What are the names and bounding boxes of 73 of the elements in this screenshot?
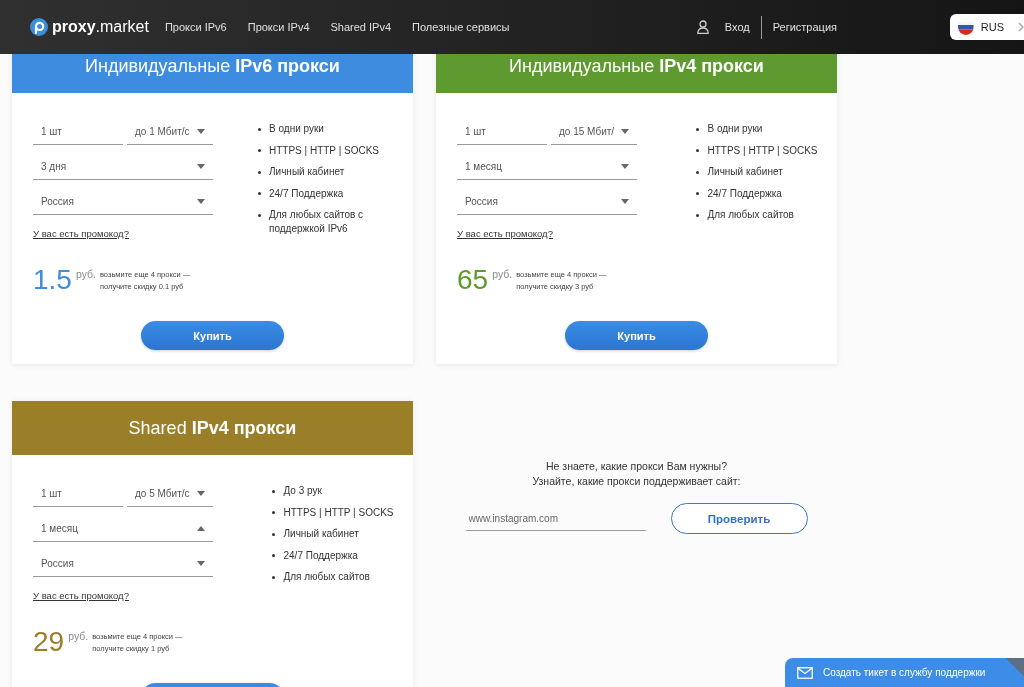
buy-button[interactable]: Купить xyxy=(141,321,284,350)
price-value: 1.5 xyxy=(33,266,72,294)
feature-text: HTTPS | HTTP | SOCKS xyxy=(269,143,380,158)
price-value: 29 xyxy=(33,628,65,656)
bullet-icon xyxy=(258,192,261,195)
feature-text: 24/7 Поддержка xyxy=(269,186,344,201)
promo-link[interactable]: У вас есть промокод? xyxy=(457,228,553,240)
buy-button[interactable]: Купить xyxy=(565,321,708,350)
feature-text: В одни руки xyxy=(707,122,763,136)
feature-text: Для любых сайтов xyxy=(283,570,370,584)
nav-link[interactable]: Прокси IPv4 xyxy=(247,21,310,33)
nav-link[interactable]: Shared IPv4 xyxy=(330,21,392,33)
site-field[interactable]: www.instagram.com xyxy=(465,506,646,531)
currency-label: руб. xyxy=(75,268,96,280)
price-value: 65 xyxy=(457,266,489,294)
bullet-icon xyxy=(696,213,700,217)
card-title: Shared IPv4 прокси xyxy=(128,417,297,439)
bullet-icon xyxy=(258,213,261,217)
feature-text: 24/7 Поддержка xyxy=(707,186,782,201)
hint-text: Узнайте, какие прокси поддерживает сайт: xyxy=(532,474,741,489)
speed-select[interactable]: до 5 Мбит/с xyxy=(127,481,213,507)
hint-text: Не знаете, какие прокси Вам нужны? xyxy=(546,459,727,474)
login-link[interactable]: Вход xyxy=(724,21,750,33)
promo-link[interactable]: У вас есть промокод? xyxy=(33,228,129,240)
user-icon xyxy=(696,20,709,34)
bullet-icon xyxy=(696,170,700,174)
feature-text: Личный кабинет xyxy=(283,527,359,541)
bullet-icon xyxy=(272,489,276,493)
feature-text: Личный кабинет xyxy=(269,165,345,179)
bullet-icon xyxy=(272,554,276,557)
currency-label: руб. xyxy=(68,630,89,642)
logo-link[interactable]: proxy.market xyxy=(30,18,149,36)
period-select[interactable]: 1 месяц xyxy=(457,154,637,180)
logo-icon xyxy=(30,18,48,36)
country-select[interactable]: Россия xyxy=(33,551,213,577)
flag-icon xyxy=(958,19,974,35)
feature-text: В одни руки xyxy=(269,122,324,136)
nav-link[interactable]: Прокси IPv6 xyxy=(164,21,227,33)
feature-text: HTTPS | HTTP | SOCKS xyxy=(283,505,394,520)
currency-label: руб. xyxy=(492,268,513,280)
feature-text: HTTPS | HTTP | SOCKS xyxy=(707,143,818,158)
bullet-icon xyxy=(258,170,261,174)
bullet-icon xyxy=(272,532,276,536)
promo-link[interactable]: У вас есть промокод? xyxy=(33,590,129,602)
period-select[interactable]: 1 месяц xyxy=(33,516,213,542)
country-select[interactable]: Россия xyxy=(457,189,637,215)
nav-link[interactable]: Полезные сервисы xyxy=(412,21,510,33)
bullet-icon xyxy=(272,575,276,579)
bullet-icon xyxy=(696,127,700,131)
bullet-icon xyxy=(272,511,276,514)
bullet-icon xyxy=(696,192,700,195)
feature-text: Для любых сайтов с поддержкой IPv6 xyxy=(269,208,365,236)
quantity-field[interactable]: 1 шт xyxy=(457,119,547,145)
feature-text: До 3 рук xyxy=(283,484,322,498)
card-title: Индивидуальные IPv4 прокси xyxy=(509,55,764,77)
country-select[interactable]: Россия xyxy=(33,189,213,215)
feature-text: 24/7 Поддержка xyxy=(283,548,358,563)
quantity-field[interactable]: 1 шт xyxy=(33,481,123,507)
speed-select[interactable]: до 1 Мбит/с xyxy=(127,119,213,145)
feature-text: Для любых сайтов xyxy=(707,208,794,222)
mail-icon xyxy=(797,666,813,679)
speed-select[interactable]: до 15 Мбит/ xyxy=(551,119,637,145)
bullet-icon xyxy=(696,149,700,152)
check-button[interactable]: Проверить xyxy=(670,503,808,534)
language-selector[interactable]: RUS xyxy=(950,14,1024,40)
bullet-icon xyxy=(258,149,261,152)
feature-text: Личный кабинет xyxy=(707,165,783,179)
period-select[interactable]: 3 дня xyxy=(33,154,213,180)
quantity-field[interactable]: 1 шт xyxy=(33,119,123,145)
register-link[interactable]: Регистрация xyxy=(772,21,837,33)
card-title: Индивидуальные IPv6 прокси xyxy=(85,55,340,77)
bullet-icon xyxy=(258,127,261,131)
chevron-icon xyxy=(1018,22,1024,32)
